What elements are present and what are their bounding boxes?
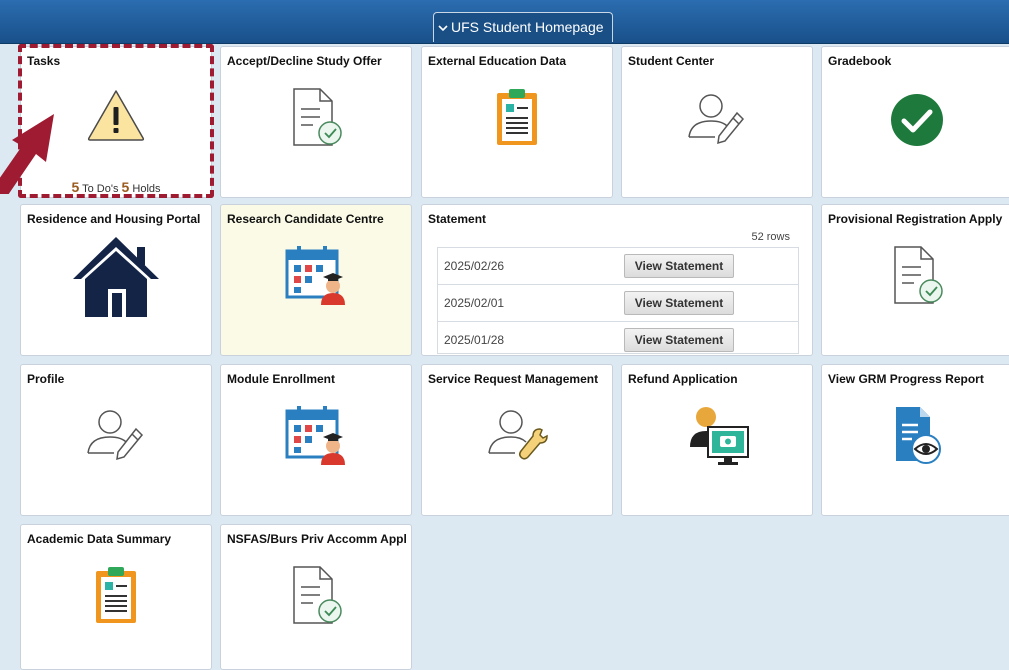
- refund-monitor-icon: [690, 407, 749, 465]
- tile-profile[interactable]: Profile: [20, 364, 212, 516]
- warning-icon: [87, 90, 145, 141]
- holds-label: Holds: [132, 183, 161, 195]
- tile-title: Research Candidate Centre: [227, 212, 384, 226]
- tile-academic-data-summary[interactable]: Academic Data Summary: [20, 524, 212, 670]
- tile-nsfas-burs-priv-accomm-appl[interactable]: NSFAS/Burs Priv Accomm Appl: [220, 524, 412, 670]
- statement-date: 2025/01/28: [444, 333, 505, 347]
- statement-date: 2025/02/01: [444, 296, 505, 310]
- table-row: 2025/02/01 View Statement: [438, 285, 798, 322]
- tile-residence-housing-portal[interactable]: Residence and Housing Portal: [20, 204, 212, 356]
- tile-title: Residence and Housing Portal: [27, 212, 201, 226]
- document-eye-icon: [896, 407, 941, 464]
- chevron-down-icon: [438, 24, 448, 31]
- tile-title: Accept/Decline Study Offer: [227, 54, 382, 68]
- tile-title: Gradebook: [828, 54, 892, 68]
- tile-title: Academic Data Summary: [27, 532, 172, 546]
- tile-title: NSFAS/Burs Priv Accomm Appl: [227, 532, 407, 546]
- tile-refund-application[interactable]: Refund Application: [621, 364, 813, 516]
- tile-gradebook[interactable]: Gradebook: [821, 46, 1009, 198]
- tile-title: Tasks: [27, 54, 61, 68]
- homepage-title: UFS Student Homepage: [451, 19, 604, 35]
- row-count: 52 rows: [751, 231, 790, 243]
- tile-title: Profile: [27, 372, 65, 386]
- document-check-icon: [293, 566, 342, 624]
- statement-grid[interactable]: 2025/02/26 View Statement 2025/02/01 Vie…: [437, 247, 799, 354]
- tile-external-education-data[interactable]: External Education Data: [421, 46, 613, 198]
- todo-count: 5: [71, 179, 80, 195]
- statement-date: 2025/02/26: [444, 259, 505, 273]
- tile-module-enrollment[interactable]: Module Enrollment: [220, 364, 412, 516]
- tile-title: Provisional Registration Apply: [828, 212, 1003, 226]
- homepage-selector[interactable]: UFS Student Homepage: [433, 12, 613, 42]
- person-wrench-icon: [488, 410, 548, 460]
- tile-accept-decline-study-offer[interactable]: Accept/Decline Study Offer: [220, 46, 412, 198]
- checkmark-circle-icon: [891, 94, 943, 146]
- person-edit-icon: [688, 94, 745, 145]
- view-statement-button[interactable]: View Statement: [624, 328, 734, 352]
- calendar-graduate-icon: [285, 406, 345, 465]
- table-row: 2025/01/28 View Statement: [438, 322, 798, 353]
- tile-student-center[interactable]: Student Center: [621, 46, 813, 198]
- document-check-icon: [894, 246, 943, 304]
- house-icon: [73, 237, 159, 317]
- top-header-bar: UFS Student Homepage: [0, 0, 1009, 44]
- person-edit-icon: [87, 410, 144, 461]
- document-check-icon: [293, 88, 342, 146]
- tile-provisional-registration-apply[interactable]: Provisional Registration Apply: [821, 204, 1009, 356]
- tile-title: Statement: [428, 212, 487, 226]
- clipboard-icon: [96, 567, 136, 623]
- tile-statement[interactable]: Statement 52 rows 2025/02/26 View Statem…: [421, 204, 813, 356]
- calendar-graduate-icon: [285, 246, 345, 305]
- annotation-arrow-icon: [0, 114, 54, 194]
- tile-research-candidate-centre[interactable]: Research Candidate Centre: [220, 204, 412, 356]
- tile-title: Service Request Management: [428, 372, 599, 386]
- tile-title: External Education Data: [428, 54, 567, 68]
- clipboard-icon: [497, 89, 537, 145]
- table-row: 2025/02/26 View Statement: [438, 248, 798, 285]
- tile-service-request-management[interactable]: Service Request Management: [421, 364, 613, 516]
- tile-title: View GRM Progress Report: [828, 372, 984, 386]
- view-statement-button[interactable]: View Statement: [624, 291, 734, 315]
- tile-title: Refund Application: [628, 372, 738, 386]
- view-statement-button[interactable]: View Statement: [624, 254, 734, 278]
- tile-title: Module Enrollment: [227, 372, 335, 386]
- tile-title: Student Center: [628, 54, 715, 68]
- tile-view-grm-progress-report[interactable]: View GRM Progress Report: [821, 364, 1009, 516]
- todo-label: To Do's: [82, 183, 119, 195]
- holds-count: 5: [121, 179, 130, 195]
